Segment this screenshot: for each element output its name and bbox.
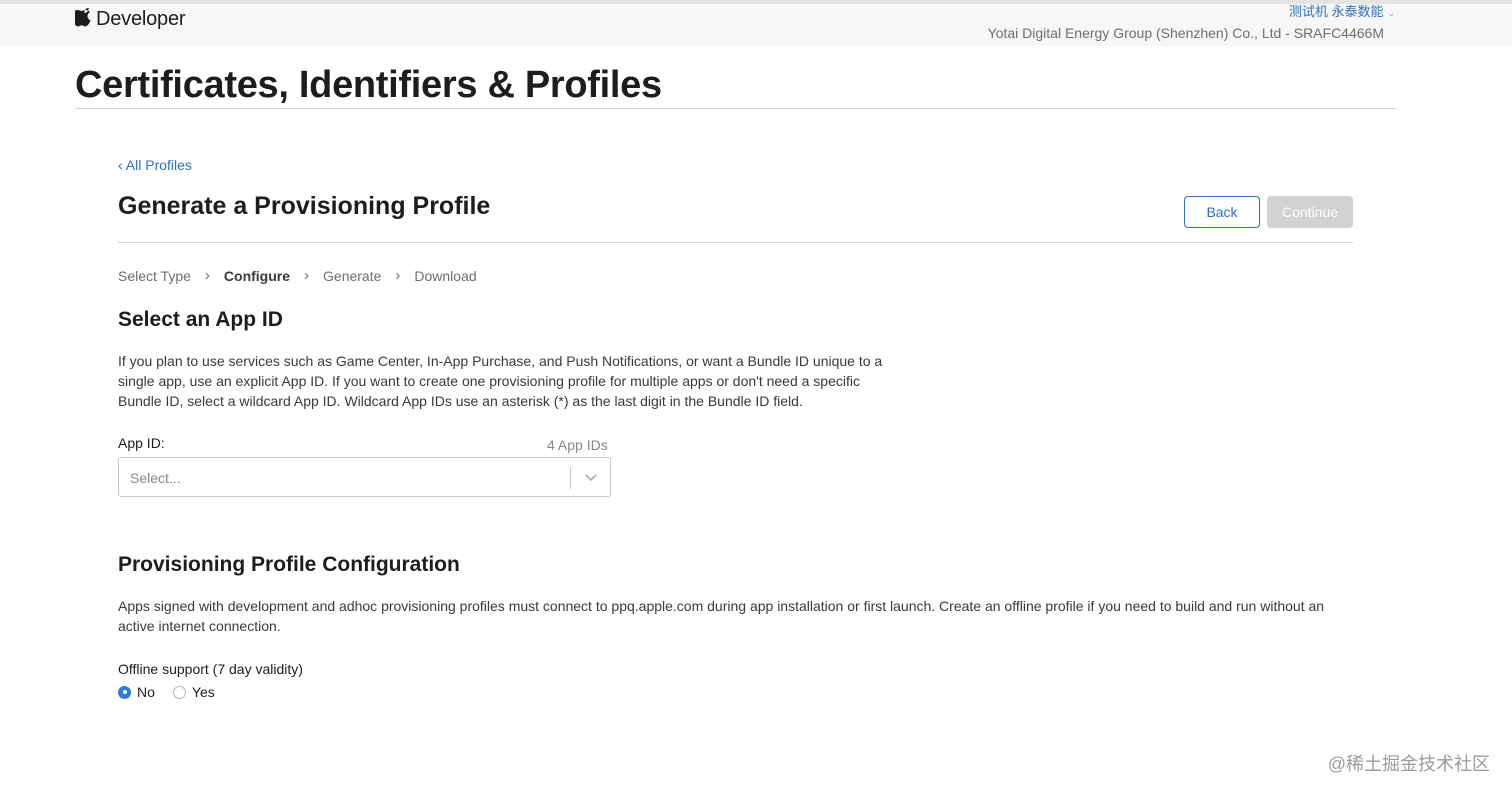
continue-button[interactable]: Continue xyxy=(1267,196,1353,228)
section-title: Generate a Provisioning Profile xyxy=(118,192,491,220)
divider xyxy=(75,108,1396,109)
configuration-heading: Provisioning Profile Configuration xyxy=(118,553,460,576)
chevron-down-icon[interactable] xyxy=(584,472,598,484)
select-divider xyxy=(570,467,571,489)
all-profiles-link[interactable]: ‹ All Profiles xyxy=(118,157,192,173)
offline-support-label: Offline support (7 day validity) xyxy=(118,661,303,677)
account-name: 测试机 永泰数能 xyxy=(1288,4,1384,19)
radio-button-checked[interactable] xyxy=(118,685,131,699)
divider xyxy=(118,242,1353,243)
chevron-right-icon: › xyxy=(204,267,210,284)
app-id-label: App ID: xyxy=(118,435,165,451)
radio-button[interactable] xyxy=(172,685,186,699)
page-title: Certificates, Identifiers & Profiles xyxy=(75,64,662,106)
app-id-select-placeholder: Select... xyxy=(130,470,181,486)
offline-support-radio-group: No Yes xyxy=(118,684,233,700)
app-id-select[interactable]: Select... xyxy=(118,457,611,497)
chevron-right-icon: › xyxy=(395,267,401,284)
account-menu[interactable]: 测试机 永泰数能 ⌄ xyxy=(1289,1,1395,20)
step-generate: Generate xyxy=(323,267,382,284)
step-configure: Configure xyxy=(223,267,291,284)
app-id-count: 4 App IDs xyxy=(547,437,608,453)
brand-name: Developer xyxy=(96,8,186,30)
step-indicator: Select Type › Configure › Generate › Dow… xyxy=(118,267,477,284)
select-app-id-description: If you plan to use services such as Game… xyxy=(118,353,883,409)
step-download: Download xyxy=(414,267,477,284)
select-app-id-heading: Select an App ID xyxy=(118,308,283,331)
team-name: Yotai Digital Energy Group (Shenzhen) Co… xyxy=(987,25,1384,41)
step-select-type: Select Type xyxy=(118,267,191,284)
back-button[interactable]: Back xyxy=(1184,196,1260,228)
offline-no-option[interactable]: No xyxy=(118,684,155,700)
chevron-right-icon: › xyxy=(304,267,310,284)
apple-logo-icon xyxy=(75,7,91,26)
offline-yes-option[interactable]: Yes xyxy=(172,684,215,700)
radio-label: No xyxy=(137,684,155,700)
developer-logo[interactable]: Developer xyxy=(75,7,186,31)
watermark: @稀土掘金技术社区 xyxy=(1327,754,1490,774)
chevron-down-icon: ⌄ xyxy=(1387,8,1395,18)
configuration-description: Apps signed with development and adhoc p… xyxy=(118,598,1325,634)
radio-label: Yes xyxy=(191,684,215,700)
top-nav-bar: Developer 测试机 永泰数能 ⌄ Yotai Digital Energy… xyxy=(0,0,1512,46)
